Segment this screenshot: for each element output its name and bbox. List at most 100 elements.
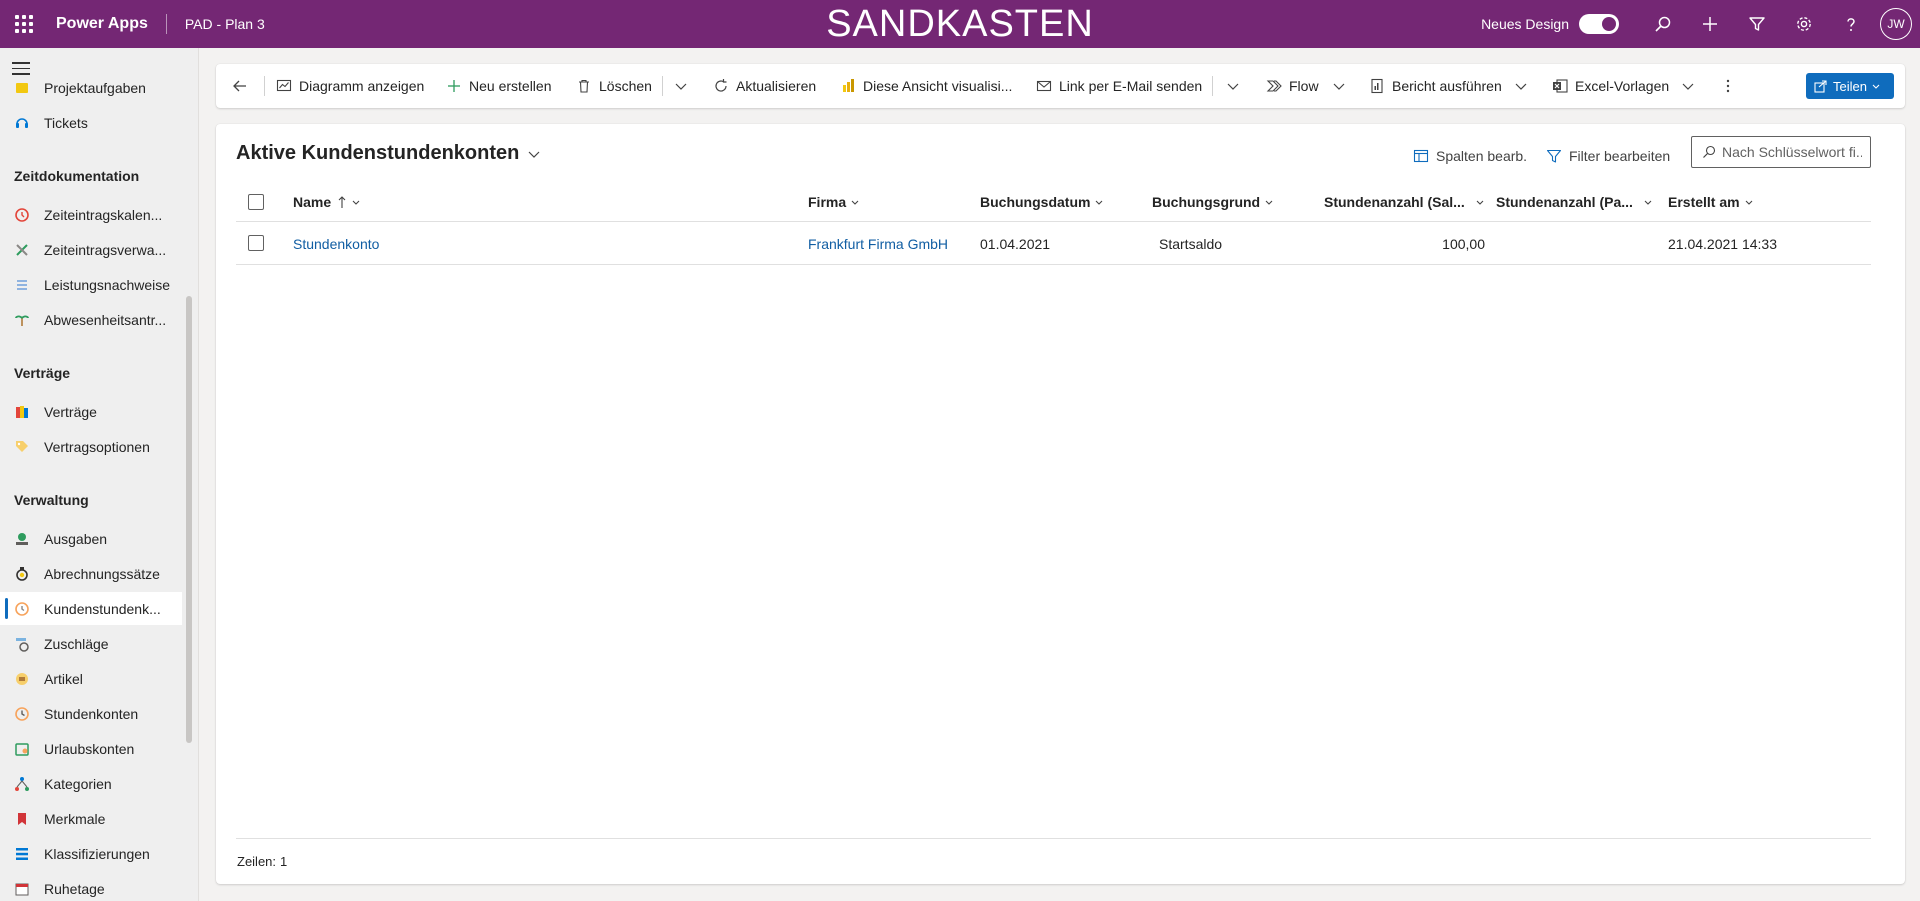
grid-footer: Zeilen: 1 <box>237 854 287 869</box>
email-link-button[interactable]: Link per E-Mail senden <box>1036 64 1202 108</box>
cell-erstellt-am: 21.04.2021 14:33 <box>1668 235 1777 252</box>
sidebar-item-label: Zeiteintragsverwa... <box>44 241 167 258</box>
excel-templates-label: Excel-Vorlagen <box>1575 78 1670 94</box>
excel-dropdown[interactable] <box>1681 64 1702 108</box>
sidebar-item-leistungsnachweise[interactable]: Leistungsnachweise <box>0 268 182 301</box>
share-button[interactable]: Teilen <box>1806 73 1894 99</box>
rows-count: 1 <box>280 854 288 869</box>
tag-icon <box>13 438 31 456</box>
sidebar-item-label: Merkmale <box>44 810 106 827</box>
sidebar-item-merkmale[interactable]: Merkmale <box>0 802 182 835</box>
environment-name[interactable]: PAD - Plan 3 <box>185 16 265 32</box>
filter-icon <box>1546 149 1562 163</box>
sidebar-item-klassifizierungen[interactable]: Klassifizierungen <box>0 837 182 870</box>
new-button[interactable]: Neu erstellen <box>446 64 552 108</box>
sidebar-scrollbar[interactable] <box>186 296 192 743</box>
help-icon[interactable] <box>1827 0 1874 48</box>
email-options-dropdown[interactable] <box>1226 64 1247 108</box>
back-button[interactable] <box>232 64 255 108</box>
column-header-stundenanzahl-saldo[interactable]: Stundenanzahl (Sal... <box>1324 182 1485 222</box>
plus-icon[interactable] <box>1686 0 1733 48</box>
row-checkbox[interactable] <box>248 235 264 251</box>
edit-columns-button[interactable]: Spalten bearb. <box>1413 144 1527 168</box>
edit-filters-button[interactable]: Filter bearbeiten <box>1546 144 1670 168</box>
trash-icon <box>579 79 589 93</box>
sidebar-item-zeiteintragskalender[interactable]: Zeiteintragskalen... <box>0 198 182 231</box>
medal-icon <box>13 565 31 583</box>
visualize-view-label: Diese Ansicht visualisi... <box>863 78 1013 94</box>
sidebar-item-ausgaben[interactable]: Ausgaben <box>0 522 182 555</box>
chevron-down-icon <box>352 200 360 205</box>
command-divider <box>662 76 663 96</box>
more-commands-dropdown[interactable] <box>674 64 695 108</box>
show-chart-button[interactable]: Diagramm anzeigen <box>276 64 424 108</box>
cell-buchungsdatum: 01.04.2021 <box>980 235 1051 252</box>
show-chart-label: Diagramm anzeigen <box>299 78 425 94</box>
run-report-label: Bericht ausführen <box>1392 78 1502 94</box>
sidebar-item-tickets[interactable]: Tickets <box>0 106 182 139</box>
search-icon[interactable] <box>1639 0 1686 48</box>
app-launcher-button[interactable] <box>0 0 48 48</box>
column-header-firma[interactable]: Firma <box>808 182 860 222</box>
user-avatar[interactable]: JW <box>1880 8 1912 40</box>
sidebar-item-zeiteintragsverwaltung[interactable]: Zeiteintragsverwa... <box>0 233 182 266</box>
sidebar-item-stundenkonten[interactable]: Stundenkonten <box>0 697 182 730</box>
cell-firma-link[interactable]: Frankfurt Firma GmbH <box>808 222 948 265</box>
view-selector[interactable]: Aktive Kundenstundenkonten <box>236 142 541 165</box>
hamburger-menu-icon[interactable] <box>12 62 30 76</box>
sidebar-item-artikel[interactable]: Artikel <box>0 662 182 695</box>
column-header-buchungsgrund[interactable]: Buchungsgrund <box>1152 182 1274 222</box>
select-all-checkbox[interactable] <box>248 194 264 210</box>
sidebar-item-label: Abwesenheitsantr... <box>44 311 167 328</box>
app-name[interactable]: Power Apps <box>56 15 148 33</box>
flow-dropdown[interactable] <box>1332 64 1353 108</box>
new-design-toggle[interactable] <box>1579 14 1619 34</box>
share-label: Teilen <box>1833 78 1867 94</box>
gear-icon[interactable] <box>1780 0 1827 48</box>
sidebar-item-label: Zeiteintragskalen... <box>44 206 163 223</box>
visualize-view-button[interactable]: Diese Ansicht visualisi... <box>840 64 1012 108</box>
report-icon <box>1371 78 1383 94</box>
delete-button[interactable]: Löschen <box>576 64 652 108</box>
column-header-buchungsdatum[interactable]: Buchungsdatum <box>980 182 1104 222</box>
sidebar-item-label: Urlaubskonten <box>44 740 135 757</box>
excel-templates-button[interactable]: Excel-Vorlagen <box>1552 64 1669 108</box>
vacation-icon <box>13 740 31 758</box>
nav-group-verwaltung: Verwaltung <box>14 492 89 508</box>
sidebar-item-urlaubskonten[interactable]: Urlaubskonten <box>0 732 182 765</box>
list-icon <box>13 276 31 294</box>
table-row[interactable]: Stundenkonto Frankfurt Firma GmbH 01.04.… <box>236 222 1871 265</box>
flow-button[interactable]: Flow <box>1266 64 1319 108</box>
sidebar-item-abrechnungssaetze[interactable]: Abrechnungssätze <box>0 557 182 590</box>
cell-buchungsgrund: Startsaldo <box>1159 235 1223 252</box>
cell-name-link[interactable]: Stundenkonto <box>293 222 379 265</box>
sidebar-item-vertraege[interactable]: Verträge <box>0 395 182 428</box>
edit-filters-label: Filter bearbeiten <box>1569 148 1671 164</box>
contract-icon <box>13 403 31 421</box>
column-header-stundenanzahl-pa[interactable]: Stundenanzahl (Pa... <box>1496 182 1653 222</box>
columns-icon <box>1413 149 1429 163</box>
sidebar-item-zuschlaege[interactable]: Zuschläge <box>0 627 182 660</box>
column-header-name[interactable]: Name <box>293 182 361 222</box>
sidebar-item-abwesenheitsantraege[interactable]: Abwesenheitsantr... <box>0 303 182 336</box>
refresh-button[interactable]: Aktualisieren <box>713 64 816 108</box>
chevron-down-icon <box>528 151 540 158</box>
main-panel: Aktive Kundenstundenkonten Spalten bearb… <box>216 124 1905 884</box>
sidebar-item-vertragsoptionen[interactable]: Vertragsoptionen <box>0 430 182 463</box>
sidebar-item-kundenstundenkonten[interactable]: Kundenstundenk... <box>0 592 182 625</box>
palm-icon <box>13 311 31 329</box>
column-header-erstellt-am[interactable]: Erstellt am <box>1668 182 1754 222</box>
overflow-menu-button[interactable] <box>1725 64 1738 108</box>
report-dropdown[interactable] <box>1514 64 1535 108</box>
sidebar-item-ruhetage[interactable]: Ruhetage <box>0 872 182 901</box>
plus-icon <box>448 80 460 92</box>
sidebar-item-kategorien[interactable]: Kategorien <box>0 767 182 800</box>
run-report-button[interactable]: Bericht ausführen <box>1369 64 1502 108</box>
search-input[interactable] <box>1722 144 1862 160</box>
keyword-search-box[interactable] <box>1691 136 1871 168</box>
classification-icon <box>13 845 31 863</box>
sidebar-item-label: Ruhetage <box>44 880 105 897</box>
money-icon <box>13 530 31 548</box>
sidebar-item-label: Klassifizierungen <box>44 845 150 862</box>
filter-icon[interactable] <box>1733 0 1780 48</box>
